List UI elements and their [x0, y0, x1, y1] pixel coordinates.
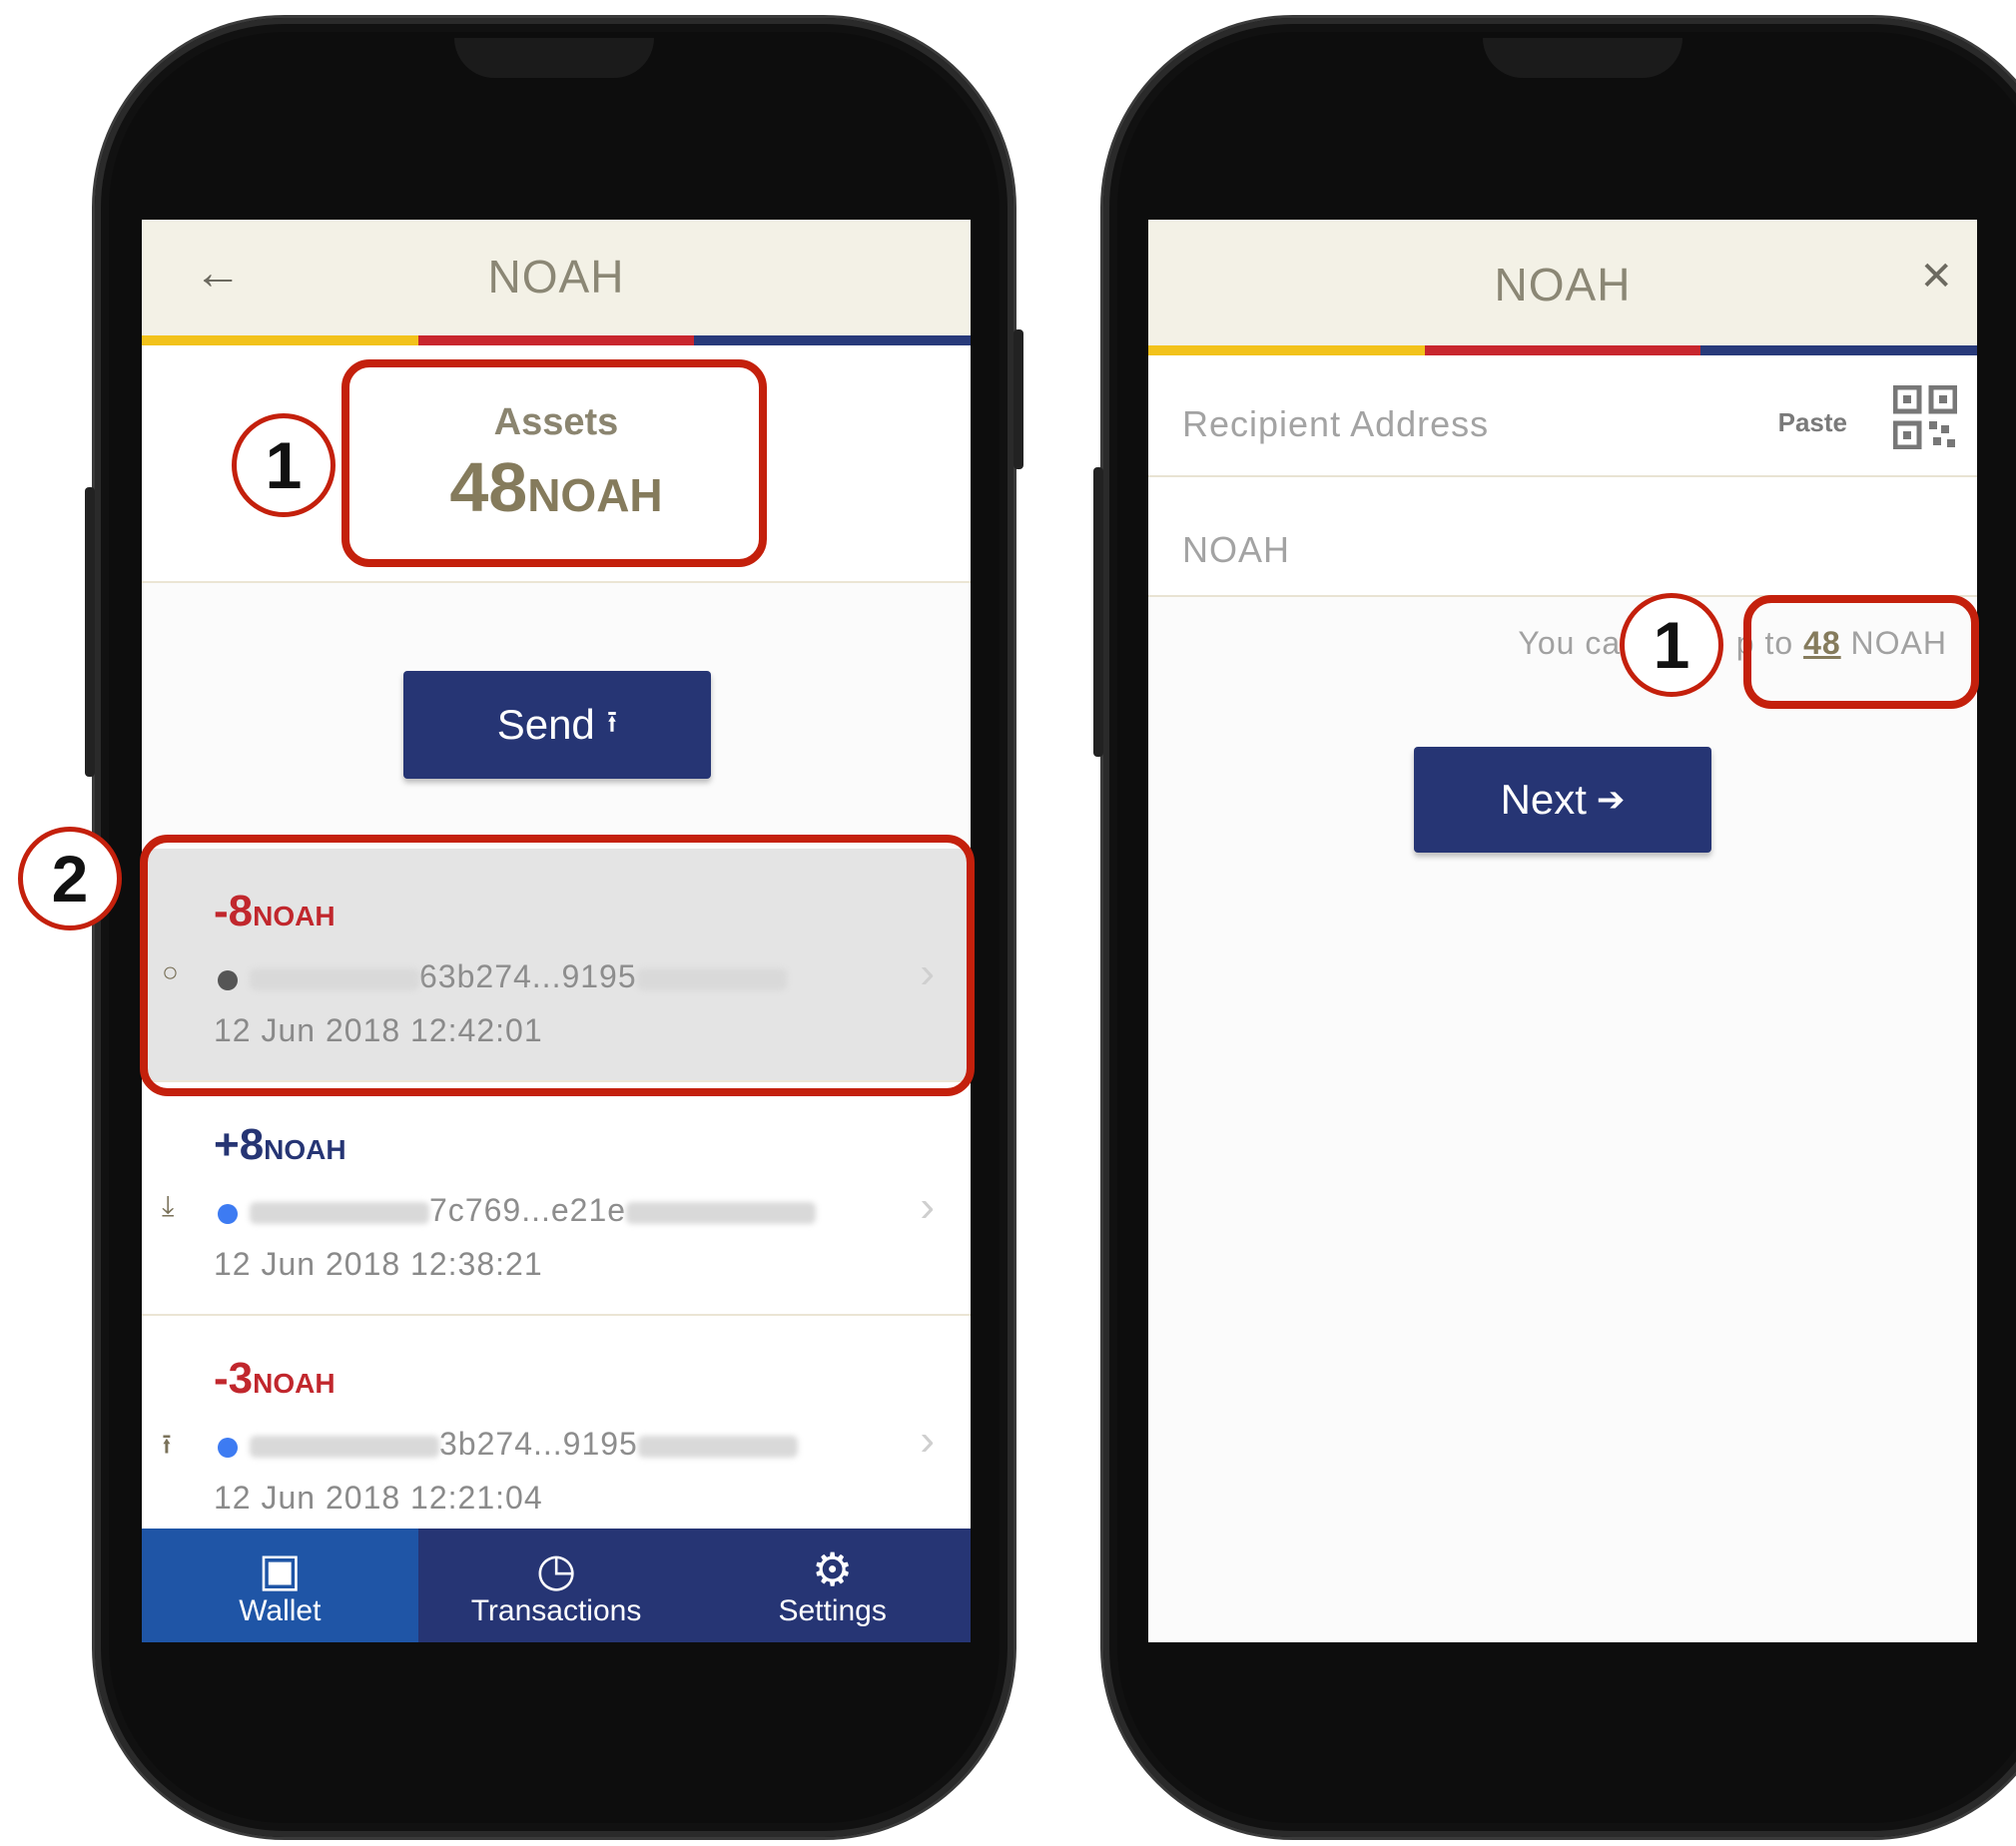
recipient-address-field[interactable]: Recipient Address Paste [1148, 355, 1977, 477]
transaction-date: 12 Jun 2018 12:38:21 [214, 1246, 543, 1282]
amount-value: +8 [214, 1120, 265, 1169]
annotation-box-available [1743, 595, 1979, 709]
transaction-address: 7c769...e21e [250, 1192, 817, 1229]
qr-code-icon[interactable] [1893, 385, 1957, 449]
transaction-row[interactable]: +8NOAH ⤓ 7c769...e21e 12 Jun 2018 12:38:… [142, 1082, 971, 1316]
upload-icon: ⭱ [606, 705, 618, 739]
wallet-icon: ▣ [258, 1543, 303, 1595]
bottom-tab-bar: ▣ Wallet ◷ Transactions ⚙ Settings [142, 1529, 971, 1642]
status-dot [218, 1438, 238, 1458]
tricolor-stripe [1148, 345, 1977, 355]
gear-icon: ⚙ [812, 1543, 854, 1595]
side-button-right [1013, 329, 1023, 469]
chevron-right-icon: › [920, 1416, 935, 1465]
amount-unit: NOAH [264, 1134, 346, 1165]
app-header: ← NOAH [142, 220, 971, 335]
annotation-box-assets [341, 359, 767, 567]
clock-icon: ◷ [535, 1543, 577, 1595]
send-button[interactable]: Send ⭱ [403, 671, 711, 779]
status-dot [218, 1204, 238, 1224]
send-screen: NOAH ✕ Recipient Address Paste NOAH You … [1148, 220, 1977, 1642]
send-button-label: Send [496, 701, 595, 748]
next-button-label: Next [1500, 776, 1587, 823]
tab-label: Transactions [470, 1594, 642, 1627]
tab-transactions[interactable]: ◷ Transactions [418, 1529, 695, 1642]
side-button [85, 487, 95, 777]
close-icon[interactable]: ✕ [1919, 254, 1953, 300]
arrow-right-icon: ➔ [1596, 781, 1626, 819]
address-text: 3b274...9195 [439, 1426, 638, 1462]
amount-placeholder: NOAH [1182, 529, 1291, 570]
side-button [1093, 467, 1103, 757]
transaction-amount: -3NOAH [214, 1354, 336, 1404]
transaction-row[interactable]: -3NOAH ⭱ 3b274...9195 12 Jun 2018 12:21:… [142, 1316, 971, 1547]
transaction-date: 12 Jun 2018 12:21:04 [214, 1480, 543, 1516]
amount-value: -3 [214, 1354, 254, 1403]
page-title: NOAH [1494, 259, 1632, 310]
recipient-address-placeholder: Recipient Address [1182, 403, 1490, 444]
page-title: NOAH [487, 251, 625, 303]
address-text: 7c769...e21e [429, 1192, 627, 1228]
annotation-marker-2: 2 [18, 827, 122, 930]
tab-label: Settings [778, 1594, 887, 1627]
upload-icon: ⭱ [162, 1429, 172, 1460]
next-button[interactable]: Next ➔ [1414, 747, 1711, 853]
tab-label: Wallet [239, 1594, 322, 1627]
amount-field[interactable]: NOAH [1148, 477, 1977, 597]
transaction-address: 3b274...9195 [250, 1426, 798, 1463]
tricolor-stripe [142, 335, 971, 345]
download-icon: ⤓ [162, 1190, 175, 1221]
annotation-box-transaction [140, 835, 975, 1096]
tab-settings[interactable]: ⚙ Settings [694, 1529, 971, 1642]
transaction-amount: +8NOAH [214, 1120, 346, 1170]
app-header: NOAH ✕ [1148, 220, 1977, 345]
tab-wallet[interactable]: ▣ Wallet [142, 1529, 418, 1642]
annotation-marker-1: 1 [232, 413, 336, 517]
chevron-right-icon: › [920, 1182, 935, 1231]
annotation-marker-1-right: 1 [1620, 593, 1723, 697]
paste-button[interactable]: Paste [1778, 407, 1847, 438]
amount-unit: NOAH [253, 1368, 336, 1399]
